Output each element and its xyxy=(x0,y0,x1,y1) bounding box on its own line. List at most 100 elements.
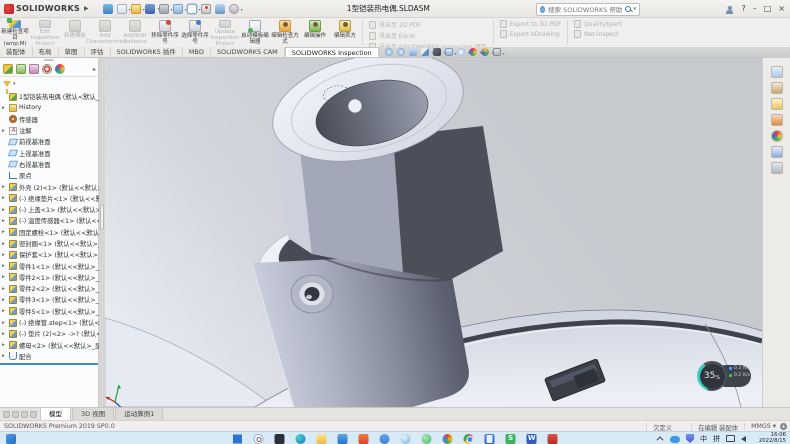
help-search-box[interactable]: 搜索 SOLIDWORKS 帮助 ▾ xyxy=(536,3,640,16)
tree-item-part[interactable]: ▸ 零件2<1> (默认<<默认>_显示状态 xyxy=(0,272,99,283)
menu-expand-icon[interactable]: ▶ xyxy=(84,5,89,12)
search-icon[interactable] xyxy=(625,6,630,13)
expand-arrow-icon[interactable]: ▸ xyxy=(2,342,7,348)
tree-item-part[interactable]: ▸ 固定螺栓<1> (默认<<默认>_显示 xyxy=(0,227,99,238)
graphics-area[interactable]: 35% 0.3K/s 0.2K/s xyxy=(105,58,762,407)
task-view-button[interactable] xyxy=(275,434,285,444)
apply-scene-icon[interactable] xyxy=(481,48,489,56)
tree-root[interactable]: 1型铠装热电偶 (默认<默认_显示状态-1 xyxy=(0,91,99,102)
remove-balloons-button[interactable]: 移除零件序号 xyxy=(150,18,180,47)
panel-tabs-overflow-icon[interactable]: ▸ xyxy=(93,66,96,73)
configurationmanager-tab-icon[interactable] xyxy=(29,64,39,74)
wps-spreadsheet-icon[interactable] xyxy=(506,434,516,444)
tree-item-part[interactable]: ▸ (-) 垫片 (2)<2> ->? (默认<<默认> xyxy=(0,328,99,339)
tree-item-sensors[interactable]: 传感器 xyxy=(0,114,99,125)
zoom-area-icon[interactable] xyxy=(397,48,405,56)
scroll-last-icon[interactable] xyxy=(30,411,37,418)
net-inspect-link[interactable]: Net-Inspect xyxy=(574,30,622,38)
design-library-icon[interactable] xyxy=(771,82,783,94)
app-blue-icon[interactable] xyxy=(380,434,390,444)
filter-caret-icon[interactable]: ▾ xyxy=(13,81,16,87)
ime-language-button[interactable]: 中 xyxy=(700,434,707,444)
tree-item-front-plane[interactable]: 前视基准面 xyxy=(0,136,99,147)
expand-arrow-icon[interactable]: ▸ xyxy=(2,218,7,224)
doc-tab-model[interactable]: 模型 xyxy=(40,407,71,420)
widgets-button[interactable] xyxy=(6,434,16,444)
tree-item-part[interactable]: ▸ 零件2<2> (默认<<默认>_显示状态 xyxy=(0,283,99,294)
tree-item-part[interactable]: ▸ (-) 绝缘管.step<1> (默认<<默认> xyxy=(0,317,99,328)
update-inspection-project-button[interactable]: Update Inspection Project xyxy=(210,18,240,47)
login-user-icon[interactable] xyxy=(725,5,734,14)
tab-inspection[interactable]: SOLIDWORKS Inspection xyxy=(285,47,379,57)
display-tray-icon[interactable] xyxy=(726,435,735,442)
expand-arrow-icon[interactable]: ▸ xyxy=(2,297,7,303)
close-button[interactable]: × xyxy=(778,0,785,18)
tree-item-mates[interactable]: ▸ 配合 xyxy=(0,351,99,362)
tree-item-part[interactable]: ▸ 零件5<1> (默认<<默认>_显示状态 xyxy=(0,306,99,317)
ime-mode-button[interactable]: 拼 xyxy=(713,434,720,444)
tree-item-part[interactable]: ▸ (-) 上盖<1> (默认<<默认>_显示状 xyxy=(0,204,99,215)
tree-split-bar[interactable] xyxy=(0,363,98,365)
qualityxpert-link[interactable]: QualityXpert xyxy=(574,20,622,28)
file-explorer-icon[interactable] xyxy=(317,434,327,444)
expand-arrow-icon[interactable]: ▸ xyxy=(2,274,7,280)
open-icon[interactable] xyxy=(131,4,141,14)
dictionary-icon[interactable] xyxy=(485,434,495,444)
chrome-icon[interactable] xyxy=(464,434,474,444)
edge-icon[interactable] xyxy=(296,434,306,444)
appearances-scenes-icon[interactable] xyxy=(771,130,783,142)
forum-icon[interactable] xyxy=(771,162,783,174)
tray-overflow-icon[interactable] xyxy=(657,436,664,443)
word-icon[interactable] xyxy=(527,434,537,444)
browser-swirl-icon[interactable] xyxy=(401,434,411,444)
doc-tab-motion-study[interactable]: 运动算例1 xyxy=(115,407,163,420)
tree-item-part[interactable]: ▸ 外壳 (2)<1> (默认<<默认>_显示状 xyxy=(0,181,99,192)
security-shield-icon[interactable] xyxy=(686,434,694,443)
panel-drag-handle[interactable] xyxy=(44,59,54,61)
expand-arrow-icon[interactable]: ▸ xyxy=(2,252,7,258)
filter-icon[interactable] xyxy=(3,81,11,87)
scroll-next-icon[interactable] xyxy=(21,411,28,418)
dimxpertmanager-tab-icon[interactable] xyxy=(42,64,52,74)
options-icon[interactable] xyxy=(229,4,239,14)
rebuild-icon[interactable] xyxy=(201,4,211,14)
expand-arrow-icon[interactable]: ▸ xyxy=(2,331,7,337)
tree-item-right-plane[interactable]: 右视基准面 xyxy=(0,159,99,170)
tree-item-annotations[interactable]: ▸ 注解 xyxy=(0,125,99,136)
doc-tab-3d-views[interactable]: 3D 视图 xyxy=(72,407,114,420)
tree-item-part[interactable]: ▸ 保护套<1> (默认<<默认>_显示状 xyxy=(0,249,99,260)
expand-arrow-icon[interactable]: ▸ xyxy=(2,286,7,292)
propertymanager-tab-icon[interactable] xyxy=(16,64,26,74)
edit-operations-button[interactable]: 编辑操作 xyxy=(300,18,330,47)
expand-arrow-icon[interactable]: ▸ xyxy=(2,184,7,190)
scroll-prev-icon[interactable] xyxy=(12,411,19,418)
displaymanager-tab-icon[interactable] xyxy=(55,64,65,74)
export-3d-pdf-link[interactable]: Export to 3D PDF xyxy=(500,20,562,28)
new-document-icon[interactable] xyxy=(117,4,127,14)
export-2d-pdf-link[interactable]: 导出至 2D PDF xyxy=(369,20,487,29)
add-characteristic-button[interactable]: Add Characteristic xyxy=(90,18,120,47)
tab-assembly[interactable]: 装配体 xyxy=(0,47,33,57)
search-button[interactable] xyxy=(254,434,264,444)
tab-layout[interactable]: 布局 xyxy=(33,47,59,57)
launch-template-editor-button[interactable]: 启动模板编辑器 xyxy=(240,18,270,47)
search-options-caret-icon[interactable]: ▾ xyxy=(633,6,636,12)
store-icon[interactable] xyxy=(359,434,369,444)
export-edrawing-link[interactable]: Export eDrawing xyxy=(500,30,562,38)
tree-item-part[interactable]: ▸ (-) 绝缘垫片<1> (默认<<默认>_显 xyxy=(0,193,99,204)
zoom-fit-icon[interactable] xyxy=(385,48,393,56)
view-palette-icon[interactable] xyxy=(771,114,783,126)
export-excel-link[interactable]: 导出至 Excel xyxy=(369,31,487,40)
tree-item-history[interactable]: ▸ History xyxy=(0,102,99,113)
expand-arrow-icon[interactable]: ▸ xyxy=(2,128,7,134)
tree-item-origin[interactable]: 原点 xyxy=(0,170,99,181)
tab-mbd[interactable]: MBD xyxy=(183,47,211,57)
taskbar-clock[interactable]: 16:06 2022/8/15 xyxy=(759,433,786,444)
section-view-icon[interactable] xyxy=(421,48,429,56)
mail-icon[interactable] xyxy=(338,434,348,444)
tree-item-part[interactable]: ▸ 密封圈<1> (默认<<默认>_显示状 xyxy=(0,238,99,249)
solidworks-resources-icon[interactable] xyxy=(771,66,783,78)
file-explorer-icon[interactable] xyxy=(771,98,783,110)
expand-arrow-icon[interactable]: ▸ xyxy=(2,263,7,269)
home-icon[interactable] xyxy=(103,4,113,14)
